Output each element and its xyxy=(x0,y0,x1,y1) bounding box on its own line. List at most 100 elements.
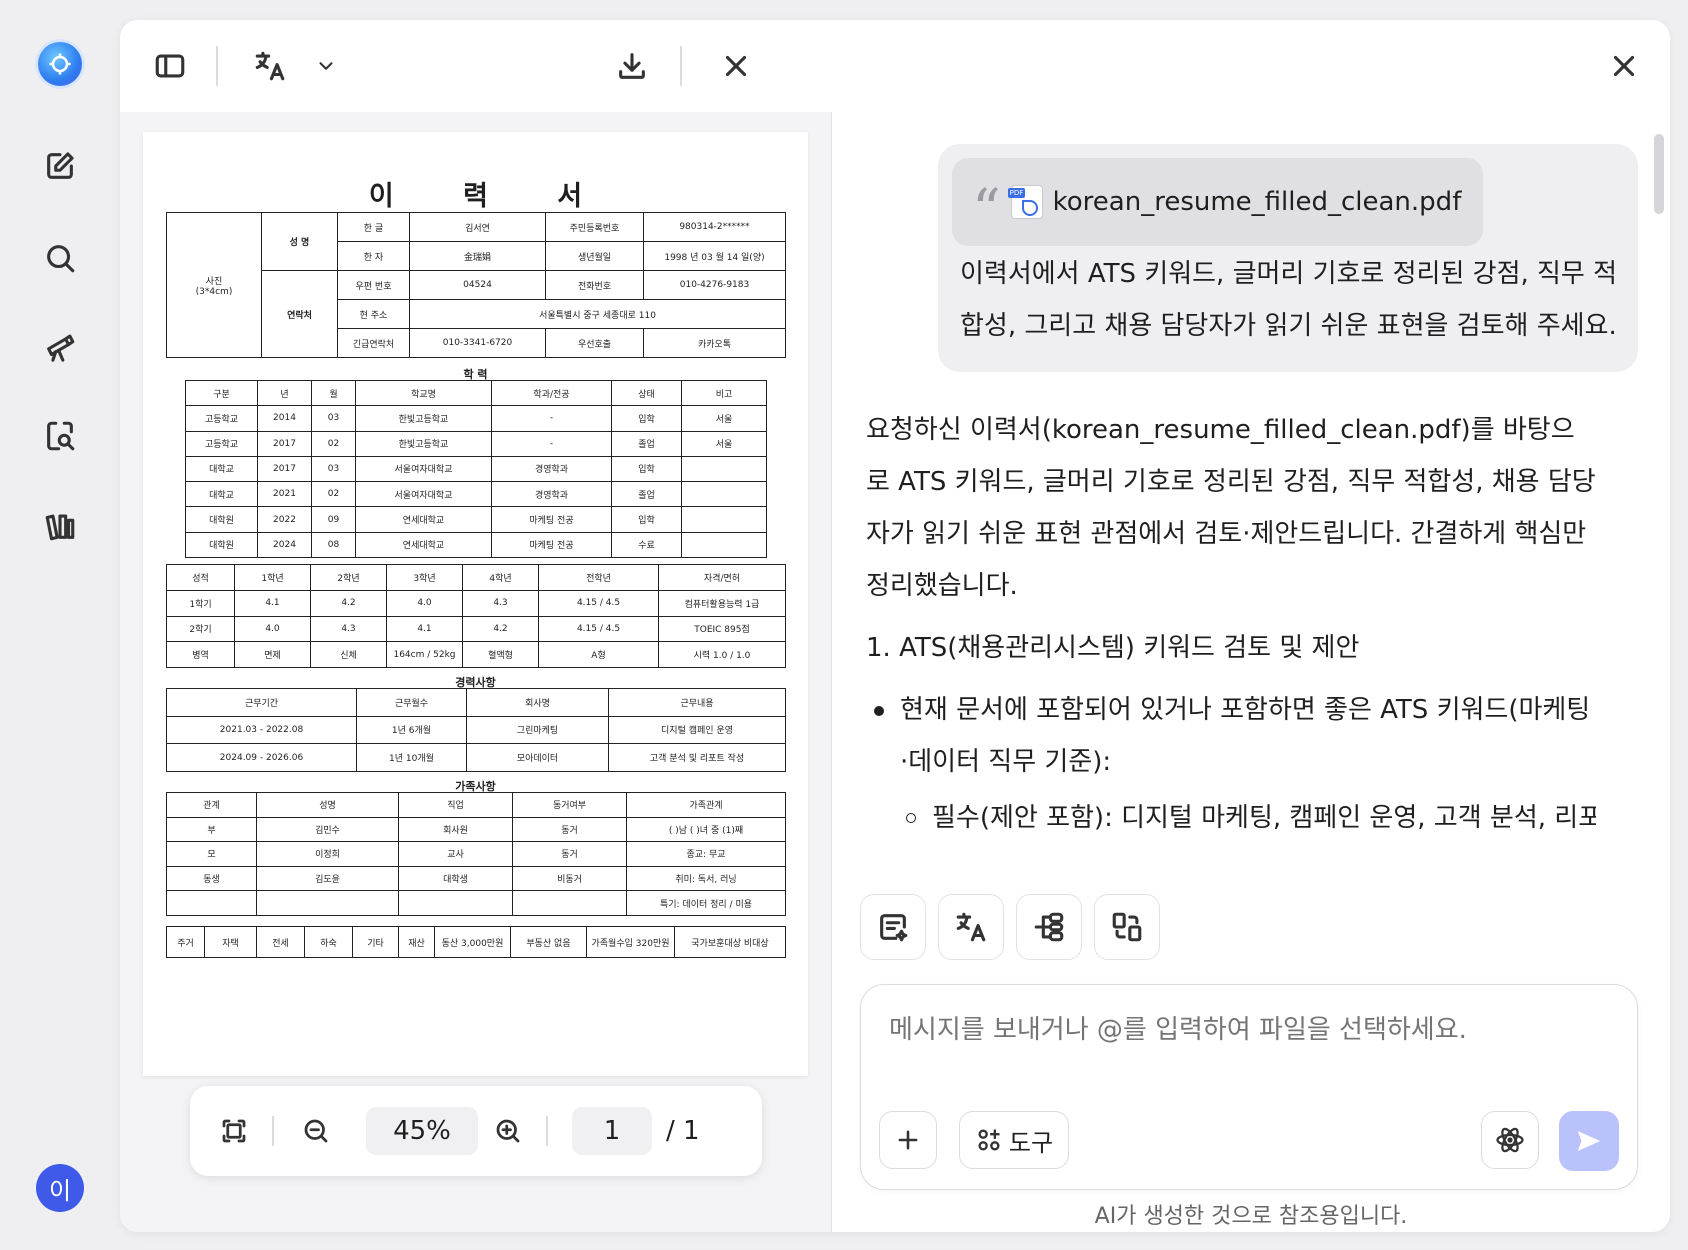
table-cell: 대학생 xyxy=(398,865,513,892)
zoom-out-icon[interactable] xyxy=(294,1109,338,1153)
table-cell: 164cm / 52kg xyxy=(386,641,463,668)
page-number-input[interactable]: 1 xyxy=(572,1107,652,1155)
grades-table: 성적 1학년 2학년 3학년 4학년 전학년 자격/면허 1학기 4.1 4.2 4.0 4.3 4.1… xyxy=(166,564,786,668)
table-cell: 2017 xyxy=(257,430,312,457)
tools-label: 도구 xyxy=(1008,1128,1054,1157)
table-cell: 4.0 xyxy=(234,615,311,643)
table-row: 부 김민수 회사원 동거( )남 ( )녀 중 (1)째 xyxy=(166,816,786,843)
chevron-down-icon[interactable] xyxy=(304,44,348,88)
header-cell: 가족관계 xyxy=(626,792,786,818)
table-cell: 02 xyxy=(311,481,356,508)
family-table: 관계 성명 직업 동거여부 가족관계 부 김민수 회사원 동거( )남 ( )녀 중 (1)째 모… xyxy=(166,792,786,916)
zoom-divider xyxy=(272,1116,274,1146)
send-button[interactable] xyxy=(1559,1111,1619,1171)
table-row: 모 이정희 교사 동거 종교: 무교 xyxy=(166,841,786,867)
header-cell: 근무기간 xyxy=(166,688,357,717)
translate-icon[interactable] xyxy=(938,894,1004,960)
sidebar-toggle-icon[interactable] xyxy=(148,44,192,88)
table-cell: 4.2 xyxy=(310,589,387,617)
document-search-icon[interactable] xyxy=(36,412,84,460)
header-cell: 년 xyxy=(257,379,312,407)
translate-icon[interactable] xyxy=(248,44,292,88)
header-cell: 자격/면허 xyxy=(658,564,786,591)
education-table: 구분 년 월 학교명 학과/전공 상태 비고 고등학교 2014 03 한빛고등학교 - 입학 서울 고등학… xyxy=(185,379,767,559)
table-cell xyxy=(256,890,399,916)
table-cell: 컴퓨터활용능력 1급 xyxy=(658,589,786,617)
answer-section-heading: 1. ATS(채용관리시스템) 키워드 검토 및 제안 xyxy=(866,633,1360,663)
header-cell: 동거여부 xyxy=(512,792,627,818)
table-cell: 동산 3,000만원 xyxy=(434,926,511,958)
table-cell: 동생 xyxy=(166,865,257,892)
table-cell: ( )남 ( )녀 중 (1)째 xyxy=(626,816,786,843)
chat-scrollbar[interactable] xyxy=(1654,134,1664,214)
assistant-answer: 요청하신 이력서(korean_resume_filled_clean.pdf)… xyxy=(866,404,1596,844)
table-row: 특기: 데이터 정리 / 미용 xyxy=(166,890,786,916)
table-cell: 2014 xyxy=(257,405,312,432)
table-cell: A형 xyxy=(538,641,659,668)
table-cell: 4.0 xyxy=(386,589,463,617)
table-cell: 주거 xyxy=(166,926,205,958)
table-cell: 대학원 xyxy=(185,506,258,533)
message-input[interactable] xyxy=(889,1015,1609,1045)
table-cell xyxy=(681,455,767,483)
user-message: “ korean_resume_filled_clean.pdf 이력서에서 A… xyxy=(938,144,1638,372)
tools-button[interactable]: 도구 xyxy=(959,1111,1069,1169)
table-cell: 2021.03 - 2022.08 xyxy=(166,715,357,745)
attachment-name: korean_resume_filled_clean.pdf xyxy=(1052,187,1462,217)
mindmap-icon[interactable] xyxy=(1016,894,1082,960)
zoom-level[interactable]: 45% xyxy=(366,1107,478,1155)
table-cell: 입학 xyxy=(611,405,682,432)
header-cell: 2학년 xyxy=(310,564,387,591)
convert-icon[interactable] xyxy=(1094,894,1160,960)
attachment-chip[interactable]: “ korean_resume_filled_clean.pdf xyxy=(952,158,1484,246)
header-cell: 성명 xyxy=(256,792,399,818)
table-cell: 마케팅 전공 xyxy=(491,506,612,533)
table-row: 대학교 2017 03 서울여자대학교 경영학과 입학 xyxy=(185,455,767,483)
housing-table: 주거 자택 전세 하숙 기타 재산 동산 3,000만원 부동산 없음 가족월수입 320만원 국… xyxy=(166,926,786,958)
app-logo-icon[interactable] xyxy=(38,42,82,86)
answer-list: 현재 문서에 포함되어 있거나 포함하면 좋은 ATS 키워드(마케팅·데이터 … xyxy=(866,684,1596,844)
download-icon[interactable] xyxy=(610,44,654,88)
table-header-row: 성적 1학년 2학년 3학년 4학년 전학년 자격/면허 xyxy=(166,564,786,591)
avatar[interactable]: 이 xyxy=(36,1164,84,1212)
table-row: 2024.09 - 2026.06 1년 10개월 모아데이터 고객 분석 및 리포트… xyxy=(166,743,786,772)
table-cell: 입학 xyxy=(611,455,682,483)
table-cell: 경영학과 xyxy=(491,455,612,483)
header-cell: 회사명 xyxy=(466,688,609,717)
header-cell: 학과/전공 xyxy=(491,379,612,407)
table-cell: 취미: 독서, 러닝 xyxy=(626,865,786,892)
photo-box: 사진 (3*4cm) xyxy=(166,212,262,358)
table-cell: 하숙 xyxy=(304,926,353,958)
summarize-icon[interactable] xyxy=(860,894,926,960)
zoom-in-icon[interactable] xyxy=(486,1109,530,1153)
presentation-icon[interactable] xyxy=(36,322,84,370)
add-attachment-button[interactable] xyxy=(879,1111,937,1169)
table-row: 대학원 2024 08 연세대학교 마케팅 전공 수료 xyxy=(185,531,767,559)
new-chat-icon[interactable] xyxy=(36,142,84,190)
deep-think-button[interactable] xyxy=(1481,1111,1539,1169)
table-cell: 연세대학교 xyxy=(355,506,492,533)
table-cell: 서울여자대학교 xyxy=(355,455,492,483)
table-cell: 4.1 xyxy=(234,589,311,617)
table-cell: 가족월수입 320만원 xyxy=(586,926,675,958)
header-cell: 관계 xyxy=(166,792,257,818)
table-header-row: 관계 성명 직업 동거여부 가족관계 xyxy=(166,792,786,818)
search-icon[interactable] xyxy=(36,234,84,282)
table-cell: 회사원 xyxy=(398,816,513,843)
close-icon[interactable] xyxy=(1602,44,1646,88)
table-cell: 수료 xyxy=(611,531,682,559)
header-cell: 전학년 xyxy=(538,564,659,591)
answer-fade xyxy=(832,860,1670,890)
library-icon[interactable] xyxy=(36,502,84,550)
table-cell: 졸업 xyxy=(611,430,682,457)
header-cell: 성적 xyxy=(166,564,235,591)
personal-info-table: 사진 (3*4cm) 성 명 한 글 김서연 주민등록번호 980314-2***… xyxy=(166,212,786,358)
fit-page-icon[interactable] xyxy=(212,1109,256,1153)
close-icon[interactable] xyxy=(714,44,758,88)
table-cell: 국가보훈대상 비대상 xyxy=(674,926,786,958)
table-cell: TOEIC 895점 xyxy=(658,615,786,643)
table-row: 병역 면제 신체 164cm / 52kg 혈액형 A형 시력 1.0 / 1.0 xyxy=(166,641,786,668)
table-cell: 2022 xyxy=(257,506,312,533)
table-cell: 4.2 xyxy=(462,615,539,643)
table-row: 대학교 2021 02 서울여자대학교 경영학과 졸업 xyxy=(185,481,767,508)
